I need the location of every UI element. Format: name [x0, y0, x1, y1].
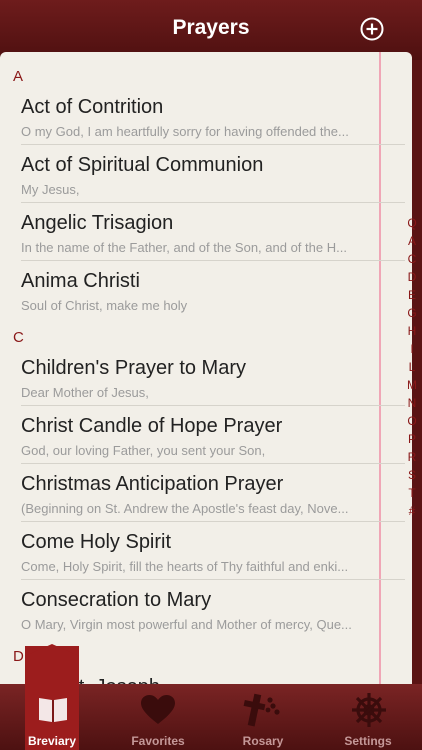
- prayer-title: Children's Prayer to Mary: [21, 357, 246, 379]
- index-letter[interactable]: S: [404, 466, 420, 484]
- index-letter[interactable]: A: [404, 232, 420, 250]
- list-item[interactable]: Anima Christi Soul of Christ, make me ho…: [0, 261, 405, 319]
- index-letter[interactable]: H: [404, 322, 420, 340]
- index-letter[interactable]: N: [404, 394, 420, 412]
- prayer-title: Christ Candle of Hope Prayer: [21, 415, 283, 437]
- index-letter[interactable]: G: [404, 304, 420, 322]
- prayer-preview: God, our loving Father, you sent your So…: [21, 443, 266, 458]
- plus-circle-icon: [360, 17, 384, 41]
- prayer-list[interactable]: A Act of Contrition O my God, I am heart…: [0, 52, 412, 692]
- index-letter[interactable]: E: [404, 286, 420, 304]
- add-prayer-button[interactable]: [360, 17, 384, 41]
- index-letter[interactable]: #: [404, 502, 420, 520]
- prayer-preview: (Beginning on St. Andrew the Apostle's f…: [21, 501, 349, 516]
- page-title: Prayers: [172, 16, 250, 39]
- index-letter[interactable]: C: [404, 250, 420, 268]
- active-tab-roof: [25, 644, 79, 656]
- prayer-title: Act of Contrition: [21, 96, 164, 118]
- tab-label: Favorites: [131, 734, 185, 748]
- tab-label: Settings: [344, 734, 392, 748]
- book-icon: [39, 698, 67, 722]
- prayer-preview: In the name of the Father, and of the So…: [21, 240, 347, 255]
- list-item[interactable]: Christmas Anticipation Prayer (Beginning…: [0, 464, 405, 522]
- list-item[interactable]: Act of Contrition O my God, I am heartfu…: [0, 87, 405, 145]
- section-header-d: D: [13, 648, 24, 665]
- prayer-title: Anima Christi: [21, 270, 140, 292]
- index-letter[interactable]: P: [404, 430, 420, 448]
- list-item[interactable]: Christ Candle of Hope Prayer God, our lo…: [0, 406, 405, 464]
- wheel-icon: [352, 693, 386, 727]
- nav-bar: Prayers: [0, 0, 422, 60]
- prayer-title: Act of Spiritual Communion: [21, 154, 264, 176]
- prayer-title: Consecration to Mary: [21, 589, 212, 611]
- heart-icon: [141, 695, 175, 724]
- tab-settings[interactable]: Settings: [318, 684, 418, 750]
- index-letter[interactable]: Q: [404, 214, 420, 232]
- prayer-title: Christmas Anticipation Prayer: [21, 473, 284, 495]
- index-letter[interactable]: L: [404, 358, 420, 376]
- list-item[interactable]: Come Holy Spirit Come, Holy Spirit, fill…: [0, 522, 405, 580]
- list-item[interactable]: Angelic Trisagion In the name of the Fat…: [0, 203, 405, 261]
- index-letter[interactable]: O: [404, 412, 420, 430]
- index-letter[interactable]: T: [404, 484, 420, 502]
- section-header-c: C: [13, 329, 24, 346]
- index-letter[interactable]: R: [404, 448, 420, 466]
- prayer-preview: My Jesus,: [21, 182, 80, 197]
- index-letter[interactable]: M: [404, 376, 420, 394]
- tab-favorites[interactable]: Favorites: [108, 684, 208, 750]
- prayer-preview: O Mary, Virgin most powerful and Mother …: [21, 617, 352, 632]
- prayer-title: Come Holy Spirit: [21, 531, 172, 553]
- tab-rosary[interactable]: Rosary: [213, 684, 313, 750]
- list-item[interactable]: Children's Prayer to Mary Dear Mother of…: [0, 348, 405, 406]
- tab-label: Rosary: [242, 734, 284, 748]
- list-item[interactable]: Act of Spiritual Communion My Jesus,: [0, 145, 405, 203]
- section-header-a: A: [13, 68, 24, 85]
- prayer-preview: Come, Holy Spirit, fill the hearts of Th…: [21, 559, 349, 574]
- list-item[interactable]: Consecration to Mary O Mary, Virgin most…: [0, 580, 405, 638]
- cross-icon: [243, 693, 280, 727]
- index-letter[interactable]: D: [404, 268, 420, 286]
- prayer-title: Angelic Trisagion: [21, 212, 174, 234]
- tab-label: Breviary: [27, 734, 77, 748]
- tab-breviary[interactable]: Breviary: [2, 684, 102, 750]
- section-index[interactable]: Q A C D E G H I L M N O P R S T #: [404, 214, 420, 524]
- index-letter[interactable]: I: [404, 340, 420, 358]
- prayer-preview: O my God, I am heartfully sorry for havi…: [21, 124, 349, 139]
- prayer-preview: Dear Mother of Jesus,: [21, 385, 149, 400]
- prayer-preview: Soul of Christ, make me holy: [21, 298, 188, 313]
